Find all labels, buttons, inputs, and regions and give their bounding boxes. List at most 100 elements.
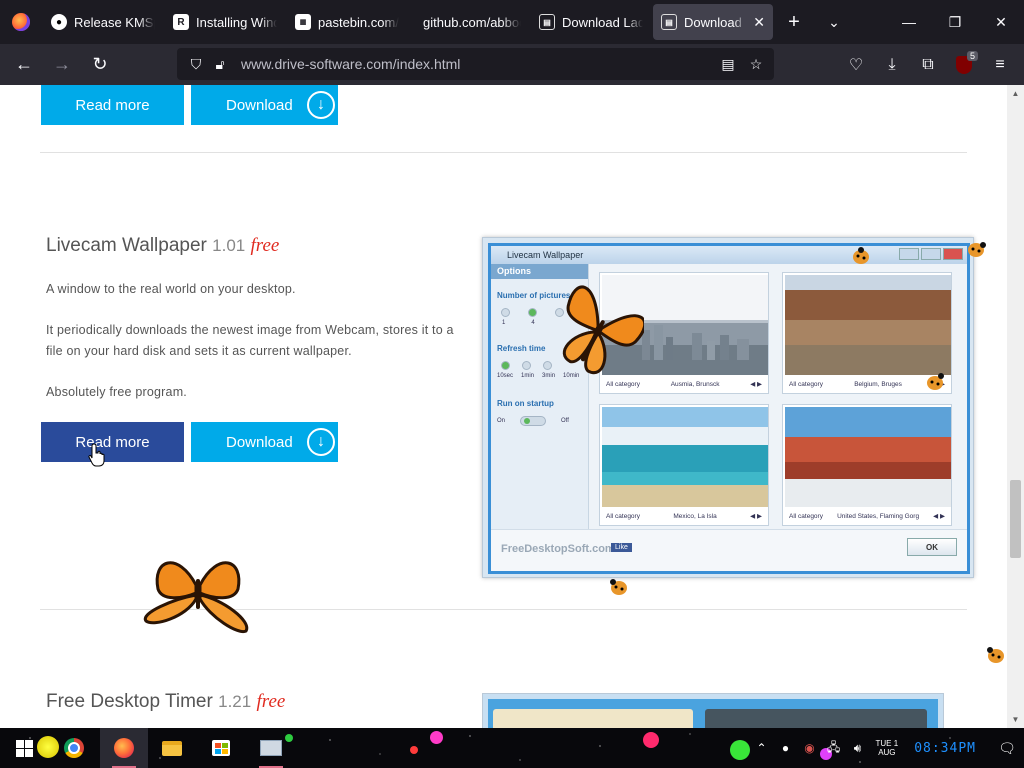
minimize-icon[interactable]: — — [886, 0, 932, 44]
tab-pastebin[interactable]: ▦ pastebin.com/ — [287, 4, 407, 40]
extension-badge: 5 — [966, 50, 978, 61]
ladybug-icon — [927, 373, 944, 390]
notification-icon[interactable]: 🗨︎ — [990, 728, 1024, 768]
ladybug-icon — [968, 242, 986, 257]
beach-image — [602, 407, 768, 507]
store-taskbar-button[interactable] — [197, 728, 245, 768]
tab-title: Release KMSpico — [74, 14, 155, 30]
app-footer: FreeDesktopSoft.com Like OK — [491, 529, 967, 571]
date-month: AUG — [878, 748, 896, 757]
scroll-down-icon[interactable]: ▼ — [1007, 711, 1024, 728]
tab-download-livecam[interactable]: ▤ Download Livecam ✕ — [653, 4, 773, 40]
tab-bar: ● Release KMSpico R Installing Windows ▦… — [0, 0, 1024, 44]
download-icon[interactable]: ⤓ — [874, 49, 910, 81]
url-bar[interactable]: ⛉ 🔓︎ www.drive-software.com/index.html ▤… — [177, 48, 774, 80]
price-tag: free — [256, 691, 286, 712]
read-more-button[interactable]: Read more — [41, 85, 184, 125]
windows-logo-icon — [15, 739, 33, 757]
tile-place: United States, Flaming Gorg — [837, 512, 920, 520]
scrollbar-thumb[interactable] — [1010, 480, 1021, 558]
reload-icon[interactable]: ↻ — [82, 49, 118, 81]
toggle-off-label: Off — [561, 418, 569, 424]
window-buttons — [899, 248, 963, 260]
radio-label: 1 — [502, 320, 506, 326]
hand-cursor-icon — [88, 443, 105, 467]
network-icon[interactable]: 🖧︎ — [822, 738, 846, 759]
shield-icon[interactable]: ⛉ — [185, 56, 207, 73]
tab-title: pastebin.com/ — [318, 14, 399, 30]
tile-category: All category — [606, 512, 640, 520]
tab-release-kmspico[interactable]: ● Release KMSpico — [43, 4, 163, 40]
tab-title: Installing Windows — [196, 14, 277, 30]
product-title: Livecam Wallpaper 1.01 free — [46, 235, 279, 257]
firefox-taskbar-button[interactable] — [100, 728, 148, 768]
download-arrow-icon: ↓ — [307, 428, 335, 456]
tab-title: Download Ladybug — [562, 14, 643, 30]
tile-place: Belgium, Bruges — [854, 380, 902, 388]
back-icon[interactable]: ← — [6, 49, 42, 81]
app-window-title: Livecam Wallpaper — [491, 246, 967, 264]
tab-title: github.com/abbodi — [423, 14, 521, 30]
close-window-icon[interactable]: ✕ — [978, 0, 1024, 44]
tile-place: Ausmia, Brunsck — [670, 380, 720, 388]
chevron-down-icon[interactable]: ⌄ — [814, 4, 854, 40]
picture-tile: All category Mexico, La Isla ◀ ▶ — [599, 404, 769, 526]
tray-app-icon[interactable]: ● — [774, 741, 798, 755]
tile-category: All category — [789, 512, 823, 520]
store-icon — [212, 740, 230, 756]
decoration-dot — [37, 736, 59, 758]
tab-title: Download Livecam — [684, 14, 746, 30]
ladybug-icon — [610, 579, 627, 595]
page-favicon-icon: ▤ — [539, 14, 555, 30]
firefox-menu-icon[interactable] — [0, 0, 42, 44]
chevron-up-icon[interactable]: ⌃ — [750, 741, 774, 755]
picture-tile: All category United States, Flaming Gorg… — [782, 404, 952, 526]
file-explorer-taskbar-button[interactable] — [148, 728, 196, 768]
tile-caption: All category United States, Flaming Gorg… — [785, 509, 949, 523]
volume-icon[interactable]: 🔊︎ — [846, 741, 870, 756]
page-favicon-icon: ▤ — [661, 14, 677, 30]
hamburger-menu-icon[interactable]: ≡ — [982, 49, 1018, 81]
product-description-1: A window to the real world on your deskt… — [46, 282, 296, 296]
date-display[interactable]: TUE 1 AUG — [876, 739, 899, 757]
tab-download-ladybug[interactable]: ▤ Download Ladybug — [531, 4, 651, 40]
new-tab-icon[interactable]: + — [774, 4, 814, 40]
download-button[interactable]: Download ↓ — [191, 85, 338, 125]
vertical-scrollbar[interactable]: ▲ ▼ — [1007, 85, 1024, 728]
close-tab-icon[interactable]: ✕ — [749, 14, 765, 31]
window-title-text: Livecam Wallpaper — [507, 250, 584, 260]
divider — [40, 152, 967, 153]
tab-github-abbodi[interactable]: github.com/abbodi — [409, 4, 529, 40]
restore-icon[interactable]: ❐ — [932, 0, 978, 44]
butterfly-icon — [143, 561, 249, 633]
product-name: Livecam Wallpaper — [46, 235, 207, 256]
extensions-icon[interactable]: ⧉ — [910, 49, 946, 81]
facebook-like-button: Like — [611, 543, 632, 552]
lock-icon[interactable]: 🔓︎ — [209, 56, 231, 73]
download-button[interactable]: Download ↓ — [191, 422, 338, 462]
decoration-dot — [430, 731, 443, 744]
decoration-dot — [410, 746, 418, 754]
clock[interactable]: 08:34PM — [914, 741, 976, 756]
firefox-icon — [114, 738, 134, 758]
reader-view-icon[interactable]: ▤ — [718, 56, 738, 73]
radio-label: 4 — [531, 320, 535, 326]
scroll-up-icon[interactable]: ▲ — [1007, 85, 1024, 102]
ublock-origin-icon[interactable]: 5 — [946, 49, 982, 81]
download-label: Download — [226, 433, 293, 451]
forward-icon[interactable]: → — [44, 49, 80, 81]
toggle-on-label: On — [497, 418, 506, 424]
bookmark-star-icon[interactable]: ☆ — [746, 56, 766, 73]
decoration-dot — [643, 732, 659, 748]
toggle-switch — [520, 416, 547, 426]
tab-installing-windows[interactable]: R Installing Windows — [165, 4, 285, 40]
date-num: 1 — [893, 739, 899, 748]
nav-bar: ← → ↻ ⛉ 🔓︎ www.drive-software.com/index.… — [0, 44, 1024, 85]
product-screenshot[interactable] — [482, 693, 944, 728]
read-more-button[interactable]: Read more — [41, 422, 184, 462]
pocket-icon[interactable]: ♡ — [838, 49, 874, 81]
product-version: 1.01 — [212, 236, 246, 255]
url-text[interactable]: www.drive-software.com/index.html — [241, 56, 460, 72]
product-description-2: It periodically downloads the newest ima… — [46, 323, 454, 358]
ladybug-tray-icon[interactable]: ◉ — [798, 741, 822, 755]
